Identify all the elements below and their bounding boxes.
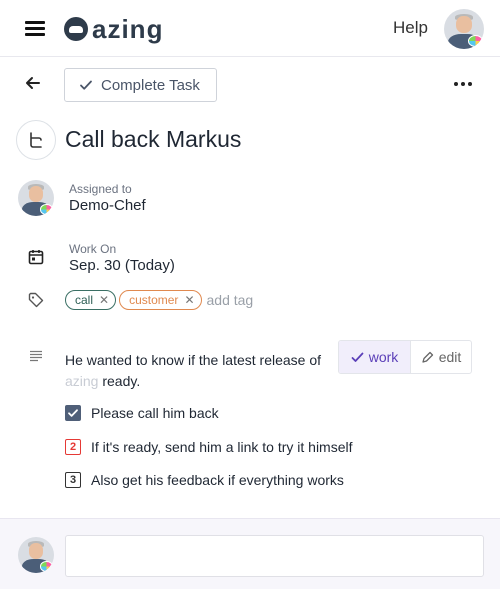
work-mode-label: work [368,349,399,365]
checklist-item-text: Also get his feedback if everything work… [91,472,344,488]
remove-tag-icon[interactable]: ✕ [184,293,194,307]
description-lines-icon [30,350,42,362]
top-bar: azing Help [0,0,500,57]
tag-label: customer [129,293,179,307]
complete-task-label: Complete Task [101,76,200,94]
checklist-item[interactable]: 3 Also get his feedback if everything wo… [65,472,344,488]
check-icon [68,409,78,417]
checklist-item-text: Please call him back [91,405,219,421]
user-avatar[interactable] [444,9,484,49]
assigned-label: Assigned to [69,182,132,196]
complete-task-button[interactable]: Complete Task [64,68,217,102]
task-type-button[interactable] [16,120,56,160]
task-title[interactable]: Call back Markus [65,126,241,153]
app-logo[interactable]: azing [64,15,163,43]
calendar-icon [28,250,44,265]
checkbox-checked[interactable] [65,405,81,421]
tag-list: call ✕ customer ✕ add tag [65,290,253,310]
description-text-end: ready. [102,373,141,389]
workflow-branch-icon [30,132,42,148]
edit-mode-button[interactable]: edit [411,341,471,373]
tag-icon [28,292,44,308]
step-number-badge[interactable]: 2 [65,439,81,455]
tag-call[interactable]: call ✕ [65,290,117,310]
tag-label: call [75,293,94,307]
work-on-date[interactable]: Sep. 30 (Today) [69,257,175,274]
remove-tag-icon[interactable]: ✕ [99,293,109,307]
description-text: He wanted to know if the latest release … [65,352,322,368]
menu-icon[interactable] [25,20,47,37]
description-faded-text: azing [65,373,99,389]
more-horizontal-icon[interactable] [454,76,472,92]
help-link[interactable]: Help [393,18,428,38]
checklist-item-text: If it's ready, send him a link to try it… [91,439,353,455]
check-icon [351,352,364,362]
view-mode-toggle: work edit [338,340,472,374]
commenter-avatar [18,537,54,573]
logo-text: azing [92,14,164,44]
pencil-icon [422,351,433,363]
comment-input[interactable] [65,535,484,577]
step-number-badge[interactable]: 3 [65,472,81,488]
check-icon [80,80,92,90]
logo-mark-icon [64,17,88,41]
arrow-left-icon[interactable] [24,74,42,92]
tag-customer[interactable]: customer ✕ [119,290,202,310]
work-on-label: Work On [69,242,117,256]
checklist-item[interactable]: Please call him back [65,405,219,421]
assignee-avatar[interactable] [18,180,54,216]
work-mode-button[interactable]: work [339,341,411,373]
assignee-name[interactable]: Demo-Chef [69,197,146,214]
edit-mode-label: edit [438,349,462,365]
checklist-item[interactable]: 2 If it's ready, send him a link to try … [65,439,353,455]
task-description: He wanted to know if the latest release … [65,350,335,392]
add-tag-input[interactable]: add tag [207,292,254,308]
